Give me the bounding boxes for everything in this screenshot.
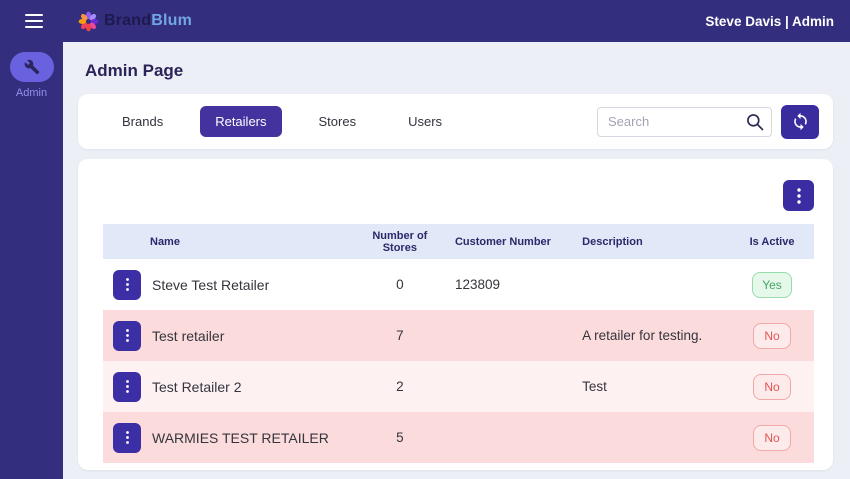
brand-logo[interactable]: BrandBlum	[78, 11, 192, 32]
number-of-stores: 7	[355, 328, 445, 343]
kebab-icon	[126, 278, 129, 291]
sidebar-item-admin-label: Admin	[16, 87, 47, 99]
table-header-row: Name Number of Stores Customer Number De…	[103, 224, 814, 259]
row-actions-button[interactable]	[113, 321, 141, 351]
search-icon[interactable]	[745, 112, 765, 132]
column-header-description: Description	[560, 236, 730, 248]
brand-logo-text: BrandBlum	[104, 12, 192, 30]
table-row: Steve Test Retailer 0 123809 Yes	[103, 259, 814, 310]
is-active-badge: No	[753, 425, 791, 451]
hamburger-menu-icon[interactable]	[25, 14, 43, 28]
column-header-name: Name	[103, 236, 355, 248]
retailer-name: Test Retailer 2	[152, 379, 241, 395]
tab-bar: Brands Retailers Stores Users	[78, 94, 833, 149]
number-of-stores: 5	[355, 430, 445, 445]
row-actions-button[interactable]	[113, 423, 141, 453]
flower-logo-icon	[78, 11, 99, 32]
refresh-button[interactable]	[781, 105, 819, 139]
table-row: WARMIES TEST RETAILER 5 No	[103, 412, 814, 463]
retailers-table: Name Number of Stores Customer Number De…	[103, 224, 814, 463]
retailers-table-card: Name Number of Stores Customer Number De…	[78, 159, 833, 470]
description: Test	[560, 379, 730, 394]
retailer-name: WARMIES TEST RETAILER	[152, 430, 329, 446]
refresh-icon	[791, 112, 810, 131]
table-row: Test retailer 7 A retailer for testing. …	[103, 310, 814, 361]
sidebar: Admin	[0, 42, 63, 479]
tab-users[interactable]: Users	[393, 106, 457, 137]
column-header-customer-number: Customer Number	[445, 236, 560, 248]
row-actions-button[interactable]	[113, 270, 141, 300]
retailer-name: Steve Test Retailer	[152, 277, 269, 293]
wrench-icon	[24, 59, 40, 75]
is-active-badge: No	[753, 323, 791, 349]
row-actions-button[interactable]	[113, 372, 141, 402]
page-title: Admin Page	[85, 60, 850, 82]
retailer-name: Test retailer	[152, 328, 224, 344]
number-of-stores: 0	[355, 277, 445, 292]
kebab-icon	[126, 431, 129, 444]
column-header-number-of-stores: Number of Stores	[355, 230, 445, 254]
table-row: Test Retailer 2 2 Test No	[103, 361, 814, 412]
tab-brands[interactable]: Brands	[107, 106, 178, 137]
kebab-icon	[126, 329, 129, 342]
description: A retailer for testing.	[560, 328, 730, 343]
number-of-stores: 2	[355, 379, 445, 394]
kebab-icon	[797, 188, 801, 204]
is-active-badge: Yes	[752, 272, 792, 298]
is-active-badge: No	[753, 374, 791, 400]
column-header-is-active: Is Active	[730, 236, 814, 248]
table-actions-menu-button[interactable]	[783, 180, 814, 211]
main-content: Admin Page Brands Retailers Stores Users	[63, 42, 850, 479]
user-account-label[interactable]: Steve Davis | Admin	[705, 14, 834, 29]
sidebar-item-admin[interactable]	[10, 52, 54, 82]
customer-number: 123809	[445, 277, 560, 292]
tab-retailers[interactable]: Retailers	[200, 106, 281, 137]
kebab-icon	[126, 380, 129, 393]
topbar: BrandBlum Steve Davis | Admin	[0, 0, 850, 42]
tab-stores[interactable]: Stores	[304, 106, 372, 137]
search-box	[597, 107, 772, 137]
